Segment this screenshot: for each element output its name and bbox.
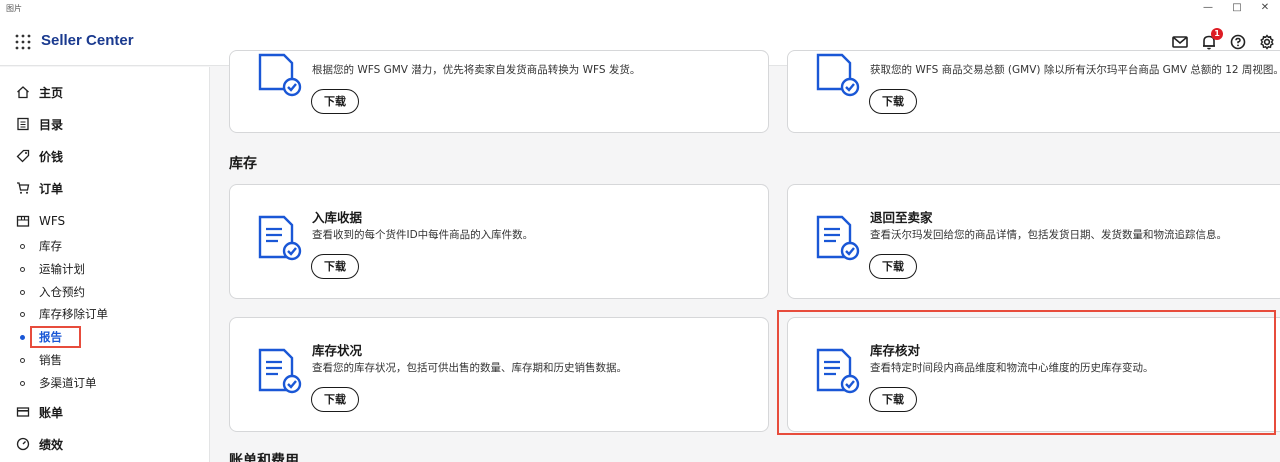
sidebar-sub-sales[interactable]: 销售 (20, 351, 62, 369)
report-title: 退回至卖家 (870, 210, 933, 225)
sidebar-item-pricing[interactable]: 价钱 (16, 146, 63, 166)
sidebar-item-label: 主页 (39, 85, 64, 100)
download-button[interactable]: 下载 (869, 254, 917, 279)
section-heading-billing: 账单和费用 (229, 453, 299, 462)
sidebar-item-billing[interactable]: 账单 (16, 402, 63, 422)
report-icon (258, 215, 302, 261)
gauge-icon (16, 437, 30, 451)
download-button[interactable]: 下载 (869, 89, 917, 114)
sidebar-item-label: WFS (39, 214, 66, 228)
minimize-button[interactable]: — (1196, 1, 1220, 15)
home-icon (17, 86, 29, 99)
cart-icon (17, 182, 30, 194)
report-description: 查看收到的每个货件ID中每件商品的入库件数。 (312, 229, 534, 241)
download-button[interactable]: 下载 (311, 89, 359, 114)
sidebar-item-label: 订单 (39, 181, 64, 196)
sidebar-item-label: 绩效 (39, 437, 64, 452)
window-titlebar: 图片 — □ ✕ (0, 0, 1280, 18)
sidebar-item-label: 目录 (39, 117, 64, 132)
report-description: 查看沃尔玛发回给您的商品详情，包括发货日期、发货数量和物流追踪信息。 (870, 229, 1227, 241)
report-title: 库存状况 (312, 343, 363, 358)
gear-icon[interactable] (1257, 32, 1277, 52)
report-description: 获取您的 WFS 商品交易总额 (GMV) 除以所有沃尔玛平台商品 GMV 总额… (870, 64, 1280, 76)
section-heading-inventory: 库存 (229, 156, 257, 172)
sidebar-sub-label: 运输计划 (39, 262, 85, 276)
report-description: 根据您的 WFS GMV 潜力，优先将卖家自发货商品转换为 WFS 发货。 (312, 64, 641, 76)
card-icon (16, 407, 30, 417)
sidebar-sub-removal-orders[interactable]: 库存移除订单 (20, 305, 108, 323)
sidebar-item-home[interactable]: 主页 (16, 82, 63, 102)
report-card-receipts: 入库收据 查看收到的每个货件ID中每件商品的入库件数。 下载 (229, 184, 769, 299)
sidebar-sub-label: 库存移除订单 (39, 307, 108, 321)
help-icon[interactable] (1228, 32, 1248, 52)
sidebar-sub-label: 多渠道订单 (39, 376, 97, 390)
active-item-highlight (30, 326, 81, 348)
report-card-returns: 退回至卖家 查看沃尔玛发回给您的商品详情，包括发货日期、发货数量和物流追踪信息。… (787, 184, 1280, 299)
catalog-icon (17, 117, 29, 131)
sidebar-item-label: 价钱 (39, 149, 64, 164)
sidebar-sub-shipping-plans[interactable]: 运输计划 (20, 260, 85, 278)
notification-badge: 1 (1211, 28, 1223, 40)
sidebar-item-wfs[interactable]: WFS (16, 211, 65, 231)
sidebar-item-performance[interactable]: 绩效 (16, 434, 63, 454)
report-icon (816, 215, 860, 261)
report-card: 根据您的 WFS GMV 潜力，优先将卖家自发货商品转换为 WFS 发货。 下载 (229, 50, 769, 133)
report-card: 获取您的 WFS 商品交易总额 (GMV) 除以所有沃尔玛平台商品 GMV 总额… (787, 50, 1280, 133)
maximize-button[interactable]: □ (1225, 1, 1249, 15)
sidebar-item-orders[interactable]: 订单 (16, 178, 63, 198)
sidebar-sub-label: 销售 (39, 353, 62, 367)
report-icon (816, 53, 860, 97)
report-title: 入库收据 (312, 210, 363, 225)
report-card-health: 库存状况 查看您的库存状况，包括可供出售的数量、库存期和历史销售数据。 下载 (229, 317, 769, 432)
brand-title[interactable]: Seller Center (41, 32, 134, 49)
report-icon (258, 348, 302, 394)
close-window-button[interactable]: ✕ (1253, 1, 1277, 15)
mail-icon[interactable] (1170, 32, 1190, 52)
tag-icon (16, 149, 30, 163)
highlight-box (777, 310, 1276, 435)
sidebar-sub-multichannel[interactable]: 多渠道订单 (20, 374, 97, 392)
box-icon (16, 215, 30, 227)
sidebar-item-catalog[interactable]: 目录 (16, 114, 63, 134)
report-icon (258, 53, 302, 97)
window-title: 图片 (6, 4, 22, 13)
download-button[interactable]: 下载 (311, 254, 359, 279)
sidebar-item-label: 账单 (39, 405, 64, 420)
sidebar: 主页 目录 价钱 订单 WFS 库存 运输计划 入仓预约 库存移除订单 报告 销… (0, 67, 210, 462)
sidebar-sub-appointments[interactable]: 入仓预约 (20, 283, 85, 301)
report-description: 查看您的库存状况，包括可供出售的数量、库存期和历史销售数据。 (312, 362, 627, 374)
sidebar-sub-label: 入仓预约 (39, 285, 85, 299)
sidebar-sub-label: 库存 (39, 239, 62, 253)
download-button[interactable]: 下载 (311, 387, 359, 412)
app-grid-icon[interactable] (14, 33, 32, 51)
sidebar-sub-inventory[interactable]: 库存 (20, 237, 62, 255)
